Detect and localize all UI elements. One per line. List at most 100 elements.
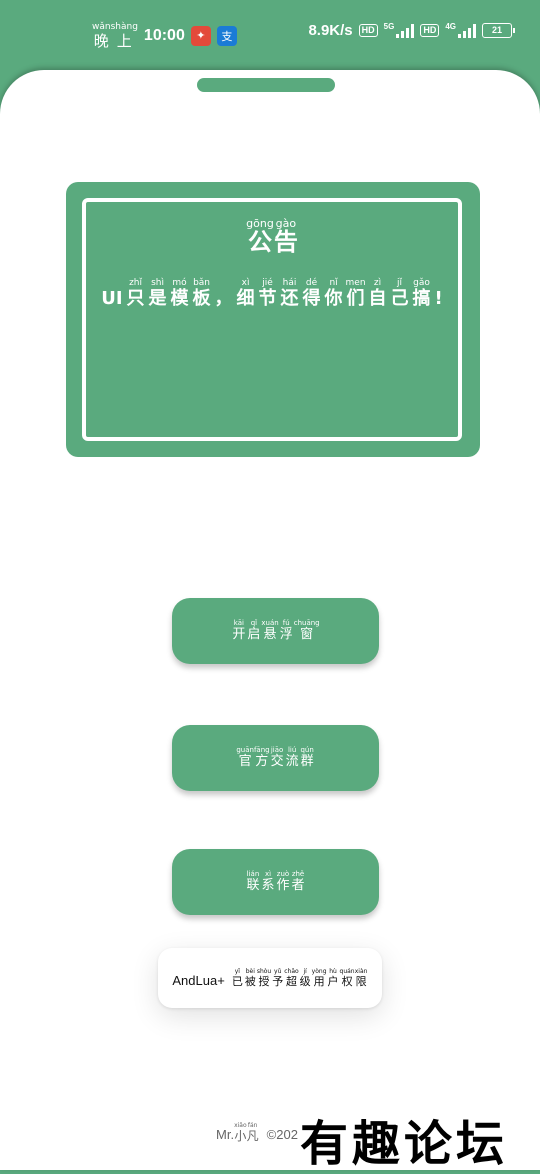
clock: 10:00 xyxy=(143,26,185,44)
hanzi: 用 xyxy=(313,974,325,988)
ruby-char: jí 级 xyxy=(299,968,312,988)
hanzi: 联 xyxy=(246,878,260,894)
footer-name: xiǎo 小 fán 凡 xyxy=(234,1122,259,1143)
ruby-char: ， xyxy=(213,278,235,309)
ruby-char: hái 还 xyxy=(279,278,301,309)
ruby-char: bǎn 板 xyxy=(191,278,213,309)
ruby-char: quán 权 xyxy=(340,968,355,988)
ruby-char: qún 群 xyxy=(300,746,315,769)
network-speed: 8.9K/s xyxy=(308,22,353,39)
hanzi: 上 xyxy=(116,32,132,50)
ruby-char: fú 浮 xyxy=(279,619,294,642)
permission-app-name: AndLua+ xyxy=(172,973,225,988)
ruby-char: lián 联 xyxy=(245,870,260,893)
red-app-icon: ✦ xyxy=(190,25,211,46)
ruby-char: shàng 上 xyxy=(111,22,138,50)
ruby-char: shòu 授 xyxy=(257,968,271,988)
ruby-char: yǐ 已 xyxy=(231,968,244,988)
notice-title: gōng 公 gào 告 xyxy=(86,218,458,255)
ruby-char: xì 细 xyxy=(235,278,257,309)
ruby-char: chuāng 窗 xyxy=(294,619,320,642)
ruby-char: ! xyxy=(433,278,445,309)
hanzi: 流 xyxy=(285,754,299,770)
drag-handle[interactable] xyxy=(197,78,335,92)
hanzi: 级 xyxy=(299,974,311,988)
status-bar: wǎn 晚 shàng 上 10:00 ✦ 支 8.9K/s HD 5G HD 4G … xyxy=(0,0,540,66)
hanzi: 官 xyxy=(238,754,252,770)
ruby-char: shì 是 xyxy=(147,278,169,309)
hanzi: 权 xyxy=(341,974,353,988)
battery-icon: 21 xyxy=(482,23,515,38)
hanzi: 悬 xyxy=(263,627,277,643)
footer: Mr. xiǎo 小 fán 凡 ©202 xyxy=(216,1122,298,1143)
signal-4g-icon xyxy=(458,23,476,38)
ruby-char: gōng 公 xyxy=(246,218,274,255)
ruby-char: guān 官 xyxy=(236,746,254,769)
ruby-char: dé 得 xyxy=(301,278,323,309)
ruby-char: fāng 方 xyxy=(254,746,270,769)
hanzi: 窗 xyxy=(300,627,314,643)
hanzi: 予 xyxy=(272,974,284,988)
status-left: wǎn 晚 shàng 上 10:00 ✦ 支 xyxy=(92,22,237,50)
footer-copyright: ©202 xyxy=(266,1127,298,1143)
ruby-char: zhǐ 只 xyxy=(125,278,147,309)
hanzi: 细 xyxy=(236,288,255,309)
hanzi: 限 xyxy=(355,974,367,988)
hanzi: 启 xyxy=(247,627,261,643)
hanzi: 户 xyxy=(327,974,339,988)
ruby-char: mó 模 xyxy=(169,278,191,309)
open-float-window-label: kāi 开 qǐ 启 xuán 悬 fú 浮 chuāng 窗 xyxy=(231,619,319,642)
ruby-char: xì 系 xyxy=(260,870,275,893)
time-prefix: wǎn 晚 shàng 上 xyxy=(92,22,138,50)
footer-prefix: Mr. xyxy=(216,1127,235,1143)
ruby-char: chāo 超 xyxy=(284,968,298,988)
alipay-icon: 支 xyxy=(216,25,237,46)
official-group-button[interactable]: guān 官 fāng 方 jiāo 交 liú 流 qún 群 xyxy=(172,725,379,791)
permission-text: yǐ 已 bèi 被 shòu 授 yǔ 予 chāo 超 jí 级 yòng 用 hù 户 quán 权 xiàn… xyxy=(231,968,368,988)
hanzi: 者 xyxy=(291,878,305,894)
hanzi: 超 xyxy=(285,974,297,988)
hanzi: 搞 xyxy=(412,288,431,309)
ruby-char: xiàn 限 xyxy=(355,968,368,988)
ruby-char: xiǎo 小 xyxy=(234,1122,247,1143)
ruby-char: jǐ 己 xyxy=(389,278,411,309)
hd-badge-2: HD xyxy=(420,24,440,37)
ruby-char: yǔ 予 xyxy=(271,968,284,988)
signal-5g-icon xyxy=(396,23,415,38)
ruby-char: bèi 被 xyxy=(244,968,257,988)
hanzi: ! xyxy=(434,288,443,309)
status-right: 8.9K/s HD 5G HD 4G 21 xyxy=(308,22,515,39)
hanzi: 被 xyxy=(244,974,256,988)
ruby-char: zhě 者 xyxy=(291,870,306,893)
hanzi: 开 xyxy=(232,627,246,643)
contact-author-label: lián 联 xì 系 zuò 作 zhě 者 xyxy=(245,870,305,893)
hanzi: 自 xyxy=(368,288,387,309)
hanzi: 已 xyxy=(231,974,243,988)
hanzi: 公 xyxy=(247,228,272,256)
hanzi: 是 xyxy=(148,288,167,309)
hanzi: ， xyxy=(214,288,233,309)
hanzi: 你 xyxy=(324,288,343,309)
ruby-char: yòng 用 xyxy=(312,968,327,988)
contact-author-button[interactable]: lián 联 xì 系 zuò 作 zhě 者 xyxy=(172,849,379,915)
hanzi: 凡 xyxy=(246,1129,259,1143)
ruby-char: UI xyxy=(99,278,124,309)
hanzi: 浮 xyxy=(279,627,293,643)
ruby-char: nǐ 你 xyxy=(323,278,345,309)
watermark-text: 有趣论坛 xyxy=(300,1116,509,1172)
hanzi: 己 xyxy=(390,288,409,309)
hd-badge-1: HD xyxy=(358,24,378,37)
hanzi: 得 xyxy=(302,288,321,309)
notice-body: UI zhǐ 只 shì 是 mó 模 bǎn 板， xì 细 jié 节 hái 还 dé 得 nǐ 你 men 们 z… xyxy=(86,278,458,309)
open-float-window-button[interactable]: kāi 开 qǐ 启 xuán 悬 fú 浮 chuāng 窗 xyxy=(172,598,379,664)
hanzi: 板 xyxy=(192,288,211,309)
ruby-char: jié 节 xyxy=(257,278,279,309)
ruby-char: hù 户 xyxy=(327,968,340,988)
official-group-label: guān 官 fāng 方 jiāo 交 liú 流 qún 群 xyxy=(236,746,314,769)
ruby-char: gǎo 搞 xyxy=(411,278,433,309)
hanzi: 晚 xyxy=(93,32,109,50)
hanzi: 群 xyxy=(300,754,314,770)
hanzi: 小 xyxy=(234,1129,247,1143)
ruby-char: wǎn 晚 xyxy=(92,22,111,50)
notice-frame: gōng 公 gào 告 UI zhǐ 只 shì 是 mó 模 bǎn 板， xì 细 jié 节 hái 还 d… xyxy=(82,198,462,441)
